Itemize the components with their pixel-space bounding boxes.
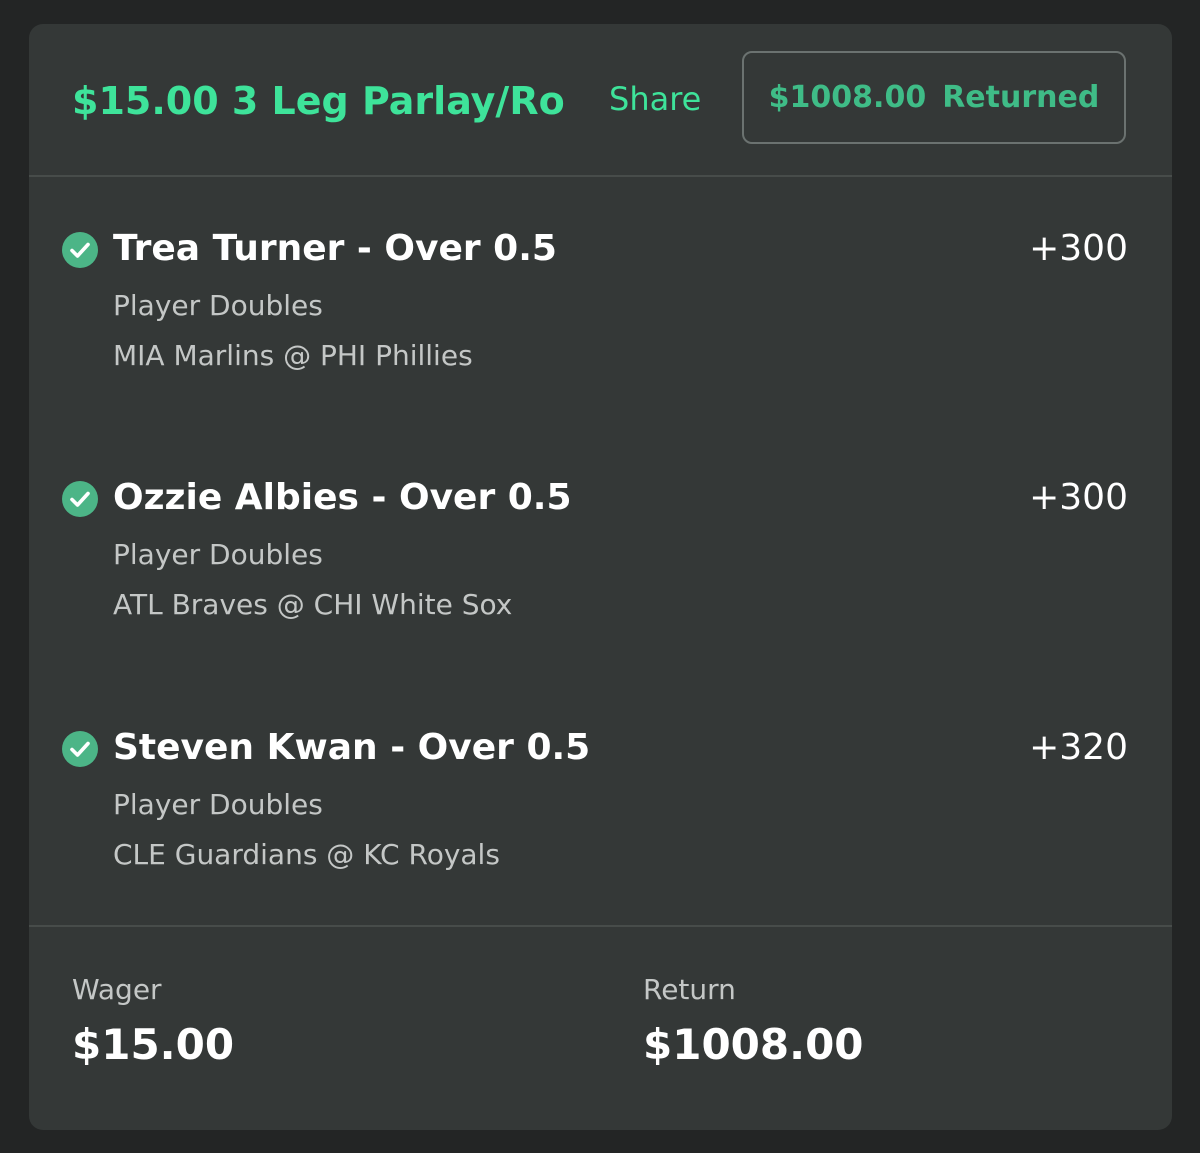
- leg-item[interactable]: Ozzie Albies - Over 0.5 +300 Player Doub…: [29, 473, 1172, 673]
- returned-amount: $1008.00: [768, 80, 927, 115]
- wager-value: $15.00: [72, 1020, 235, 1069]
- leg-odds: +300: [1029, 477, 1128, 518]
- leg-market: Player Doubles: [113, 788, 323, 821]
- leg-market: Player Doubles: [113, 538, 323, 571]
- header-divider: [29, 175, 1172, 177]
- leg-item[interactable]: Trea Turner - Over 0.5 +300 Player Doubl…: [29, 224, 1172, 424]
- bet-slip-card: $15.00 3 Leg Parlay/Rou Share $1008.00 R…: [29, 24, 1172, 1130]
- return-value: $1008.00: [643, 1020, 864, 1069]
- check-circle-icon: [62, 232, 98, 268]
- return-label: Return: [643, 973, 736, 1006]
- leg-event: MIA Marlins @ PHI Phillies: [113, 339, 473, 372]
- leg-title: Steven Kwan - Over 0.5: [113, 727, 591, 768]
- footer-divider: [29, 925, 1172, 927]
- wager-label: Wager: [72, 973, 162, 1006]
- returned-label: Returned: [942, 80, 1100, 115]
- check-circle-icon: [62, 731, 98, 767]
- leg-event: ATL Braves @ CHI White Sox: [113, 588, 513, 621]
- share-button[interactable]: Share: [609, 79, 701, 119]
- leg-title: Ozzie Albies - Over 0.5: [113, 477, 572, 518]
- check-circle-icon: [62, 481, 98, 517]
- leg-market: Player Doubles: [113, 289, 323, 322]
- leg-event: CLE Guardians @ KC Royals: [113, 838, 500, 871]
- leg-odds: +300: [1029, 228, 1128, 269]
- bet-title[interactable]: $15.00 3 Leg Parlay/Rou: [72, 77, 567, 125]
- bet-header: $15.00 3 Leg Parlay/Rou Share $1008.00 R…: [29, 24, 1172, 176]
- returned-button[interactable]: $1008.00 Returned: [742, 51, 1126, 144]
- leg-title: Trea Turner - Over 0.5: [113, 228, 557, 269]
- leg-odds: +320: [1029, 727, 1128, 768]
- leg-item[interactable]: Steven Kwan - Over 0.5 +320 Player Doubl…: [29, 723, 1172, 923]
